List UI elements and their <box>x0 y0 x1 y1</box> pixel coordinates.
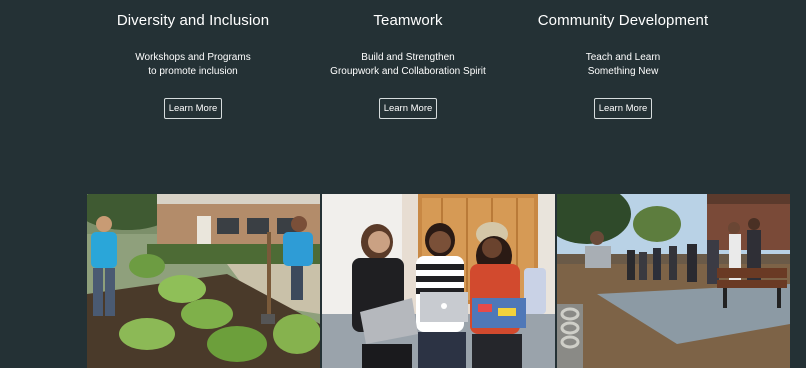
feature-description: Teach and Learn Something New <box>503 51 743 79</box>
feature-title: Teamwork <box>373 12 443 29</box>
learn-more-button[interactable]: Learn More <box>379 98 437 119</box>
feature-description-line: Groupwork and Collaboration Spirit <box>330 66 486 77</box>
feature-title: Community Development <box>537 12 709 29</box>
feature-description: Workshops and Programs to promote inclus… <box>73 51 313 79</box>
feature-description-line: to promote inclusion <box>148 66 238 77</box>
feature-description-line: Something New <box>587 66 659 77</box>
learn-more-button[interactable]: Learn More <box>164 98 222 119</box>
community-photo <box>557 194 790 368</box>
feature-description: Build and Strengthen Groupwork and Colla… <box>288 51 528 79</box>
feature-title: Diversity and Inclusion <box>116 12 270 29</box>
feature-description-line: Build and Strengthen <box>361 52 455 63</box>
feature-community: Community Development Teach and Learn So… <box>503 0 743 119</box>
feature-diversity: Diversity and Inclusion Workshops and Pr… <box>73 0 313 119</box>
garden-photo <box>87 194 320 368</box>
feature-description-line: Workshops and Programs <box>135 52 251 63</box>
students-photo <box>322 194 555 368</box>
learn-more-button[interactable]: Learn More <box>594 98 652 119</box>
feature-description-line: Teach and Learn <box>585 52 661 63</box>
feature-teamwork: Teamwork Build and Strengthen Groupwork … <box>288 0 528 119</box>
